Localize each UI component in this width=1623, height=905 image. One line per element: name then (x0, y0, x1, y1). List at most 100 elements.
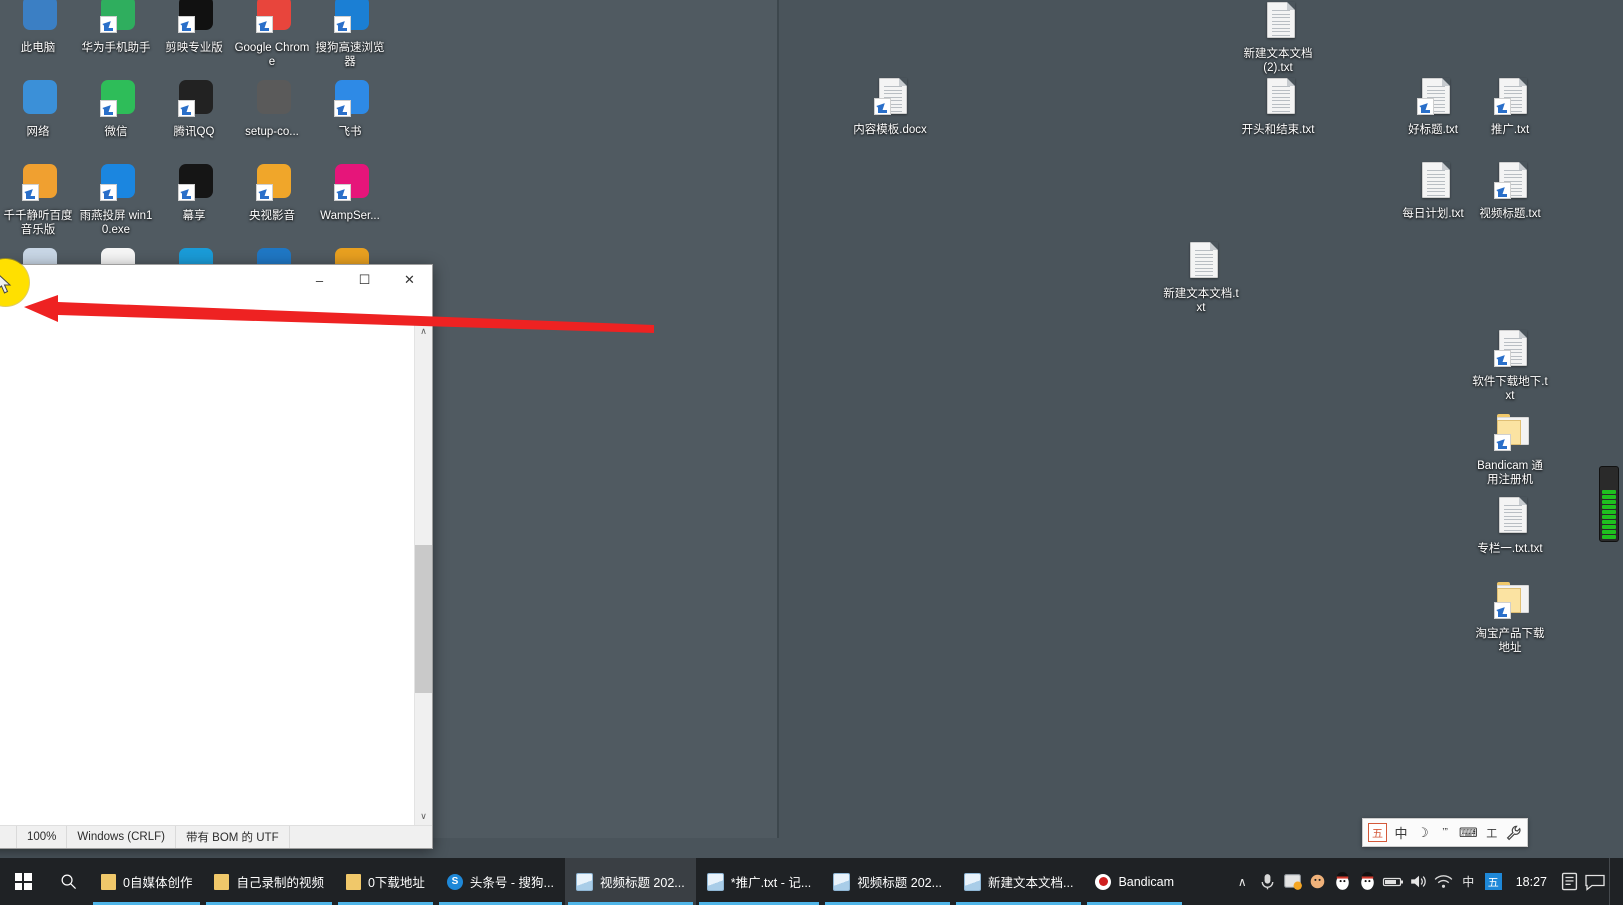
network-wifi-icon[interactable] (1432, 858, 1455, 905)
shortcut-overlay-icon (100, 100, 117, 117)
desktop-icon[interactable]: 视频标题.txt (1472, 160, 1548, 222)
sogou-browser-icon (328, 0, 372, 38)
notes-icon[interactable] (1558, 858, 1581, 905)
shortcut-overlay-icon (1417, 98, 1434, 115)
this-pc-icon (16, 0, 60, 38)
ime-floating-toolbar[interactable]: 五 中 ☽ ’” ⌨ 工 (1362, 818, 1528, 847)
text-editor-area[interactable]: 首 4屏】 ∧ ∨ (0, 323, 432, 825)
taskbar-button[interactable]: 视频标题 202... (822, 858, 953, 905)
desktop-icon[interactable]: 专栏一.txt.txt (1472, 495, 1548, 557)
desktop-icon[interactable]: 软件下载地下.txt (1472, 328, 1548, 403)
desktop-icon-label: 专栏一.txt.txt (1477, 543, 1543, 555)
desktop-icon[interactable]: WampSer... (312, 162, 388, 224)
desktop-icon[interactable]: 飞书 (312, 78, 388, 140)
ime-halfwidth-moon-icon[interactable]: ☽ (1415, 824, 1431, 842)
search-button[interactable] (46, 858, 90, 905)
desktop[interactable]: 此电脑 华为手机助手 剪映专业版 Google Chrome 搜狗高速浏览器网络 微信 腾讯… (0, 0, 1623, 905)
huawei-hisuite-icon (94, 0, 138, 38)
start-button[interactable] (0, 858, 46, 905)
desktop-icon[interactable]: 网络 (0, 78, 76, 140)
qq-pet-icon[interactable] (1306, 858, 1329, 905)
qq-icon-2[interactable] (1356, 858, 1379, 905)
ime-settings-wrench-icon[interactable] (1506, 824, 1522, 842)
ime-toolbox-icon[interactable]: 工 (1484, 824, 1500, 842)
minimize-button[interactable]: – (297, 265, 342, 295)
taskbar-button[interactable]: S 头条号 - 搜狗... (436, 858, 565, 905)
desktop-icon[interactable]: 幕享 (156, 162, 232, 224)
desktop-icon[interactable]: 新建文本文档(2).txt (1240, 0, 1316, 75)
editor-text[interactable]: 首 4屏】 (0, 357, 404, 399)
status-encoding[interactable]: 带有 BOM 的 UTF (176, 826, 290, 848)
ime-chinese-mode-icon[interactable]: 中 (1393, 824, 1409, 842)
text-file-icon (1488, 76, 1532, 120)
search-icon (61, 874, 76, 890)
notepad-window[interactable]: – ☐ ✕ 首 4屏】 ∧ ∨ 第 39 行，第 39 列 100% Windo… (0, 264, 433, 849)
ime-language-chinese-icon[interactable]: 中 (1457, 858, 1480, 905)
desktop-icon[interactable]: 淘宝产品下载地址 (1472, 580, 1548, 655)
taskbar-button-label: 自己录制的视频 (236, 876, 324, 890)
taskbar-button-label: *推广.txt - 记... (730, 876, 812, 890)
screenshot-tool-icon[interactable] (1281, 858, 1304, 905)
folder-icon (345, 873, 361, 890)
show-hidden-icons-chevron-icon[interactable]: ∧ (1231, 858, 1254, 905)
desktop-icon[interactable]: 开头和结束.txt (1240, 76, 1316, 138)
taskbar-button[interactable]: 0下载地址 (335, 858, 436, 905)
scroll-up-icon[interactable]: ∧ (415, 323, 432, 340)
taskbar-button[interactable]: 自己录制的视频 (203, 858, 335, 905)
desktop-icon[interactable]: 新建文本文档.txt (1163, 240, 1239, 315)
desktop-icon[interactable]: 千千静听百度音乐版 (0, 162, 76, 237)
shortcut-overlay-icon (1494, 98, 1511, 115)
ime-mode-wubi-icon[interactable]: 五 (1368, 823, 1387, 842)
status-line-ending[interactable]: Windows (CRLF) (67, 826, 176, 848)
clock[interactable]: 18:27 (1507, 858, 1556, 905)
taskbar-button[interactable]: *推广.txt - 记... (696, 858, 823, 905)
desktop-icon[interactable]: Google Chrome (234, 0, 310, 69)
scroll-down-icon[interactable]: ∨ (415, 808, 432, 825)
desktop-icon-label: 央视影音 (249, 210, 295, 222)
desktop-icon[interactable]: 腾讯QQ (156, 78, 232, 140)
qq-icon-1[interactable] (1331, 858, 1354, 905)
desktop-icon[interactable]: 好标题.txt (1395, 76, 1471, 138)
volume-icon[interactable] (1407, 858, 1430, 905)
taskbar[interactable]: 0自媒体创作 自己录制的视频 0下载地址 S 头条号 - 搜狗... 视频标题 202..… (0, 858, 1623, 905)
desktop-icon[interactable]: 微信 (78, 78, 154, 140)
desktop-icon[interactable]: 每日计划.txt (1395, 160, 1471, 222)
window-menubar[interactable] (0, 299, 432, 323)
maximize-button[interactable]: ☐ (342, 265, 387, 295)
text-file-icon (1256, 76, 1300, 120)
desktop-icon[interactable]: 此电脑 (0, 0, 76, 56)
taskbar-button[interactable]: 0自媒体创作 (90, 858, 203, 905)
ime-soft-keyboard-icon[interactable]: ⌨ (1459, 824, 1478, 842)
desktop-icon[interactable]: Bandicam 通用注册机 (1472, 412, 1548, 487)
close-button[interactable]: ✕ (387, 265, 432, 295)
scrollbar-thumb[interactable] (415, 545, 432, 693)
battery-icon[interactable] (1381, 858, 1405, 905)
desktop-icon[interactable]: 内容模板.docx (852, 76, 928, 138)
shortcut-overlay-icon (256, 16, 273, 33)
action-center-icon[interactable] (1583, 858, 1607, 905)
desktop-icon[interactable]: 剪映专业版 (156, 0, 232, 56)
show-desktop-button[interactable] (1609, 858, 1619, 905)
google-chrome-icon (250, 0, 294, 38)
ime-punctuation-icon[interactable]: ’” (1437, 824, 1453, 842)
ime-wubi-indicator-icon[interactable]: 五 (1482, 858, 1505, 905)
taskbar-button[interactable]: 视频标题 202... (564, 858, 696, 905)
desktop-icon[interactable]: 央视影音 (234, 162, 310, 224)
desktop-icon[interactable]: 雨燕投屏 win10.exe (78, 162, 154, 237)
microphone-icon[interactable] (1256, 858, 1279, 905)
vertical-scrollbar[interactable]: ∧ ∨ (414, 323, 432, 825)
desktop-icon-label: 剪映专业版 (165, 42, 223, 54)
ime-wubi-badge: 五 (1484, 873, 1502, 890)
taskbar-button[interactable]: 新建文本文档... (953, 858, 1084, 905)
sublime-setup-icon (250, 78, 294, 122)
desktop-icon[interactable]: 推广.txt (1472, 76, 1548, 138)
status-zoom[interactable]: 100% (17, 826, 68, 848)
jianying-icon (172, 0, 216, 38)
taskbar-button[interactable]: Bandicam (1084, 858, 1185, 905)
desktop-icon[interactable]: setup-co... (234, 78, 310, 140)
window-titlebar[interactable]: – ☐ ✕ (0, 265, 432, 299)
desktop-icon[interactable]: 华为手机助手 (78, 0, 154, 56)
desktop-icon-label: 软件下载地下.txt (1472, 376, 1548, 402)
desktop-icon[interactable]: 搜狗高速浏览器 (312, 0, 388, 69)
notepad-icon (706, 872, 724, 891)
